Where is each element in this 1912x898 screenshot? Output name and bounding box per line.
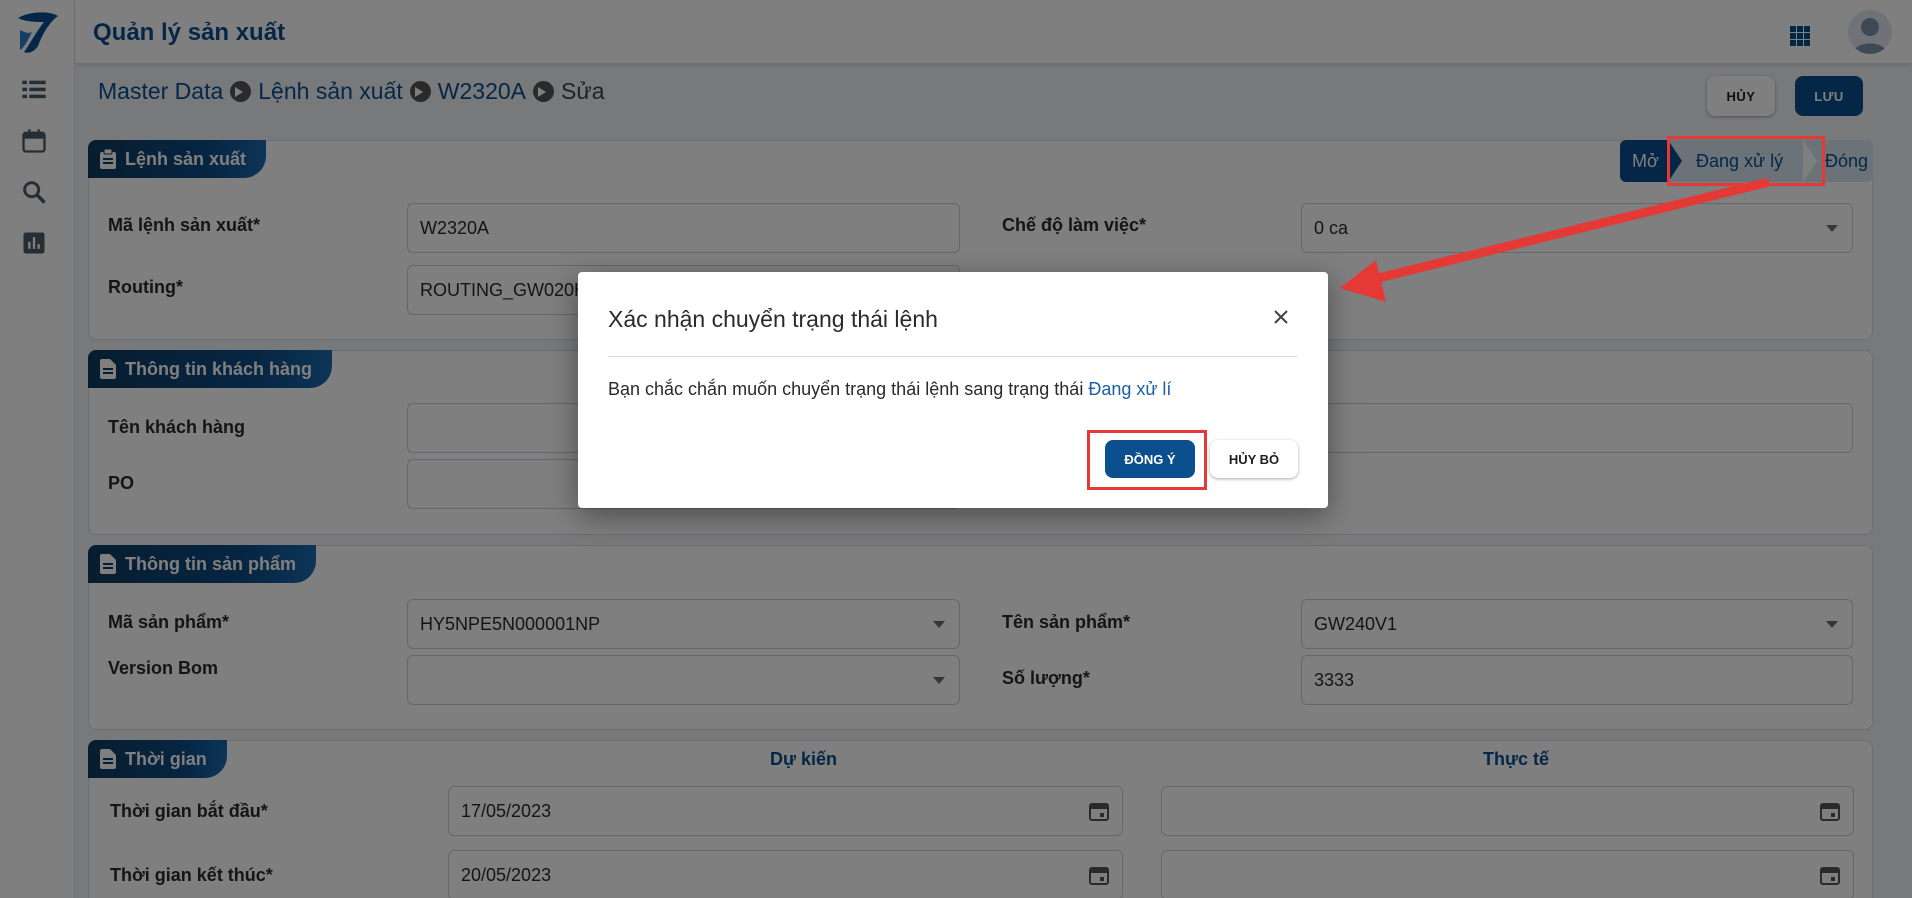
annotation-arrow [1340,178,1770,302]
